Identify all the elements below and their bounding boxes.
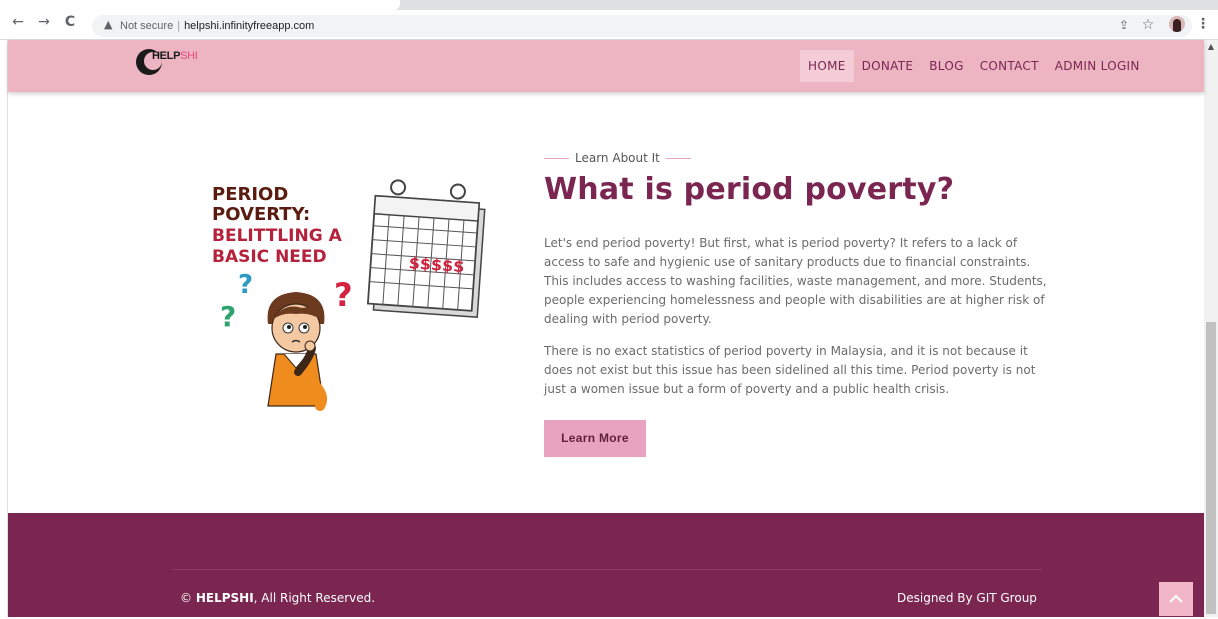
about-paragraph: There is no exact statistics of period p… (544, 344, 1036, 396)
site-header: HELPSHI HOME DONATE BLOG CONTACT ADMIN L… (8, 40, 1204, 92)
scrollbar-thumb[interactable] (1206, 322, 1216, 614)
about-section: PERIOD POVERTY: BELITTLING A BASIC NEED (8, 92, 1204, 513)
illustration-text-line: PERIOD (212, 184, 289, 205)
warning-icon[interactable]: ▲ (104, 19, 116, 31)
section-title: What is period poverty? (544, 172, 955, 207)
question-mark-icon: ? (238, 270, 254, 300)
nav-contact[interactable]: CONTACT (972, 50, 1047, 82)
calendar-icon: $$$$$ (366, 179, 486, 318)
star-icon[interactable]: ☆ (1140, 17, 1156, 33)
back-icon[interactable]: ← (10, 14, 26, 30)
about-paragraph: Let's end period poverty! But first, wha… (544, 236, 1047, 326)
learn-more-button[interactable]: Learn More (544, 420, 646, 457)
section-eyebrow: Learn About It (544, 150, 697, 166)
logo-text: HELPSHI (152, 50, 198, 62)
site-footer: © HELPSHI, All Right Reserved. Designed … (8, 513, 1204, 617)
nav-blog[interactable]: BLOG (921, 50, 971, 82)
forward-icon[interactable]: → (36, 14, 52, 30)
main-nav: HOME DONATE BLOG CONTACT ADMIN LOGIN (800, 50, 1148, 82)
window-left-edge (0, 40, 8, 617)
eyebrow-rule-right (665, 157, 691, 159)
copyright-text: © HELPSHI, All Right Reserved. (180, 591, 375, 605)
site-logo[interactable]: HELPSHI (136, 47, 202, 77)
browser-toolbar: ← → C ▲ Not secure | helpshi.infinityfreea… (0, 0, 1218, 40)
illustration-text-line: BELITTLING A (212, 226, 342, 246)
question-mark-icon: ? (220, 300, 237, 333)
back-to-top-button[interactable] (1159, 582, 1193, 616)
footer-divider (172, 569, 1042, 570)
designed-by-link[interactable]: Designed By GIT Group (897, 591, 1037, 605)
logo-text-help: HELP (152, 50, 181, 62)
nav-admin-login[interactable]: ADMIN LOGIN (1047, 50, 1148, 82)
profile-avatar[interactable] (1169, 16, 1185, 32)
reload-icon[interactable]: C (62, 14, 78, 30)
confused-boy-icon (267, 292, 327, 411)
url-host[interactable]: helpshi.infinityfreeapp.com (184, 20, 314, 32)
period-poverty-illustration: PERIOD POVERTY: BELITTLING A BASIC NEED (204, 172, 504, 422)
illustration-text-line: POVERTY: (212, 204, 311, 225)
share-icon[interactable]: ⇪ (1116, 17, 1132, 33)
scroll-up-arrow-icon[interactable]: ▲ (1204, 40, 1218, 54)
url-separator: | (177, 20, 181, 32)
eyebrow-text: Learn About It (575, 151, 660, 165)
nav-donate[interactable]: DONATE (854, 50, 922, 82)
nav-home[interactable]: HOME (800, 50, 854, 82)
calendar-money-text: $$$$$ (408, 253, 465, 276)
copyright-brand-link[interactable]: HELPSHI (196, 591, 254, 605)
copyright-rights: , All Right Reserved. (253, 591, 376, 605)
active-tab[interactable] (0, 0, 400, 10)
copyright-symbol: © (180, 591, 192, 605)
logo-text-shi: SHI (180, 50, 198, 62)
more-menu-icon[interactable]: ⋮ (1196, 15, 1210, 33)
chevron-up-icon (1169, 594, 1183, 603)
address-bar-text: Not secure | helpshi.infinityfreeapp.com (120, 19, 314, 33)
security-label[interactable]: Not secure (120, 20, 173, 32)
eyebrow-rule-left (544, 157, 569, 159)
illustration-text-line: BASIC NEED (212, 247, 327, 267)
